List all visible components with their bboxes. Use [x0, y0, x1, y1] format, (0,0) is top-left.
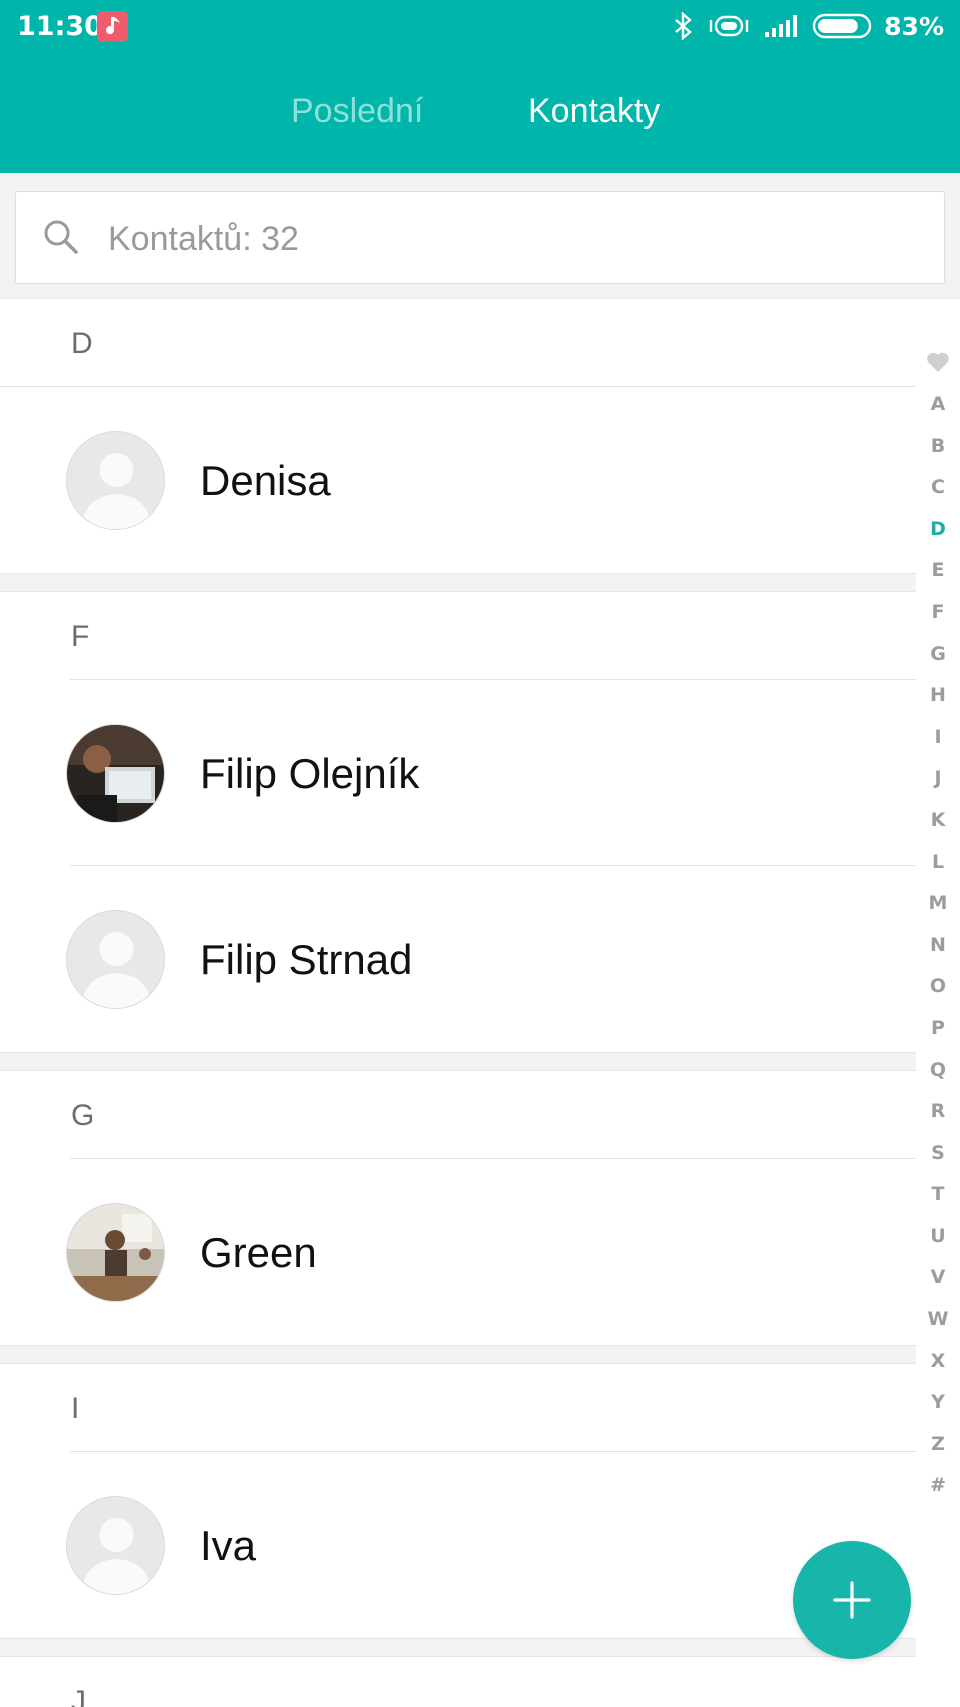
avatar: [66, 431, 165, 530]
vibrate-icon: [708, 13, 750, 39]
section-divider: [0, 1052, 916, 1071]
alphabet-index-letter[interactable]: Q: [916, 1050, 960, 1092]
battery-percent: 83%: [884, 11, 944, 41]
alphabet-index-letter[interactable]: U: [916, 1216, 960, 1258]
contact-row-denisa[interactable]: Denisa: [0, 387, 916, 573]
alphabet-index-letter[interactable]: E: [916, 550, 960, 592]
contact-name: Iva: [200, 1522, 257, 1569]
alphabet-index-letter[interactable]: V: [916, 1257, 960, 1299]
bluetooth-icon: [672, 12, 694, 40]
contact-name: Filip Strnad: [200, 936, 413, 983]
avatar: [66, 1496, 165, 1595]
contact-row-iva[interactable]: Iva: [0, 1452, 916, 1638]
section-header-j: J: [0, 1657, 916, 1707]
status-icons: 83%: [658, 11, 944, 41]
alphabet-index-letter[interactable]: Z: [916, 1424, 960, 1466]
alphabet-index-letter[interactable]: J: [916, 758, 960, 800]
alphabet-index-letter[interactable]: C: [916, 467, 960, 509]
section-letter: F: [71, 620, 90, 653]
signal-icon: [764, 14, 798, 38]
battery-icon: [812, 12, 876, 40]
alphabet-index-letter[interactable]: S: [916, 1133, 960, 1175]
section-letter: I: [71, 1392, 80, 1425]
section-header-i: I: [0, 1364, 916, 1452]
music-app-icon: [97, 11, 128, 42]
alphabet-index-letter[interactable]: X: [916, 1341, 960, 1383]
alphabet-index-letter[interactable]: W: [916, 1299, 960, 1341]
alphabet-index-letter[interactable]: M: [916, 883, 960, 925]
avatar: [66, 910, 165, 1009]
section-header-d: D: [0, 299, 916, 387]
section-header-g: G: [0, 1071, 916, 1159]
alphabet-index-letter[interactable]: T: [916, 1174, 960, 1216]
contact-name: Filip Olejník: [200, 750, 420, 797]
tab-bar: Poslední Kontakty: [0, 80, 960, 150]
contact-name: Denisa: [200, 457, 331, 504]
alphabet-index-letter[interactable]: N: [916, 925, 960, 967]
alphabet-index-letter[interactable]: D: [916, 509, 960, 551]
search-icon: [43, 219, 79, 260]
status-time: 11:30: [17, 11, 103, 42]
alphabet-index-letter[interactable]: O: [916, 966, 960, 1008]
section-letter: D: [71, 327, 93, 360]
alphabet-index-letter[interactable]: Y: [916, 1382, 960, 1424]
status-bar: 11:30 83%: [0, 0, 960, 54]
search-area: Kontaktů: 32: [0, 173, 960, 299]
section-header-f: F: [0, 592, 916, 680]
section-divider: [0, 1345, 916, 1364]
alphabet-index-letter[interactable]: P: [916, 1008, 960, 1050]
alphabet-index-letter[interactable]: F: [916, 592, 960, 634]
tab-recent[interactable]: Poslední: [291, 92, 423, 131]
contact-row-green[interactable]: Green: [0, 1159, 916, 1345]
alphabet-index-letter[interactable]: A: [916, 384, 960, 426]
search-placeholder: Kontaktů: 32: [108, 220, 299, 258]
contact-list: D Denisa F Filip Olejník Filip Strnad G …: [0, 299, 916, 1707]
tab-contacts[interactable]: Kontakty: [528, 92, 660, 131]
avatar: [66, 1203, 165, 1302]
alphabet-index-letter[interactable]: #: [916, 1465, 960, 1507]
search-input[interactable]: Kontaktů: 32: [15, 191, 945, 284]
alphabet-index-letter[interactable]: H: [916, 675, 960, 717]
heart-icon[interactable]: [916, 340, 960, 384]
contact-row-filip-olejnik[interactable]: Filip Olejník: [0, 680, 916, 866]
section-divider: [0, 1638, 916, 1657]
alphabet-index-letter[interactable]: L: [916, 842, 960, 884]
alphabet-index[interactable]: A B C D E F G H I J K L M N O P Q R S T U V W X Y Z #: [916, 340, 960, 1507]
alphabet-index-letter[interactable]: K: [916, 800, 960, 842]
add-contact-button[interactable]: [793, 1541, 911, 1659]
contact-row-filip-strnad[interactable]: Filip Strnad: [0, 866, 916, 1052]
alphabet-index-letter[interactable]: I: [916, 717, 960, 759]
section-letter: G: [71, 1099, 95, 1132]
alphabet-index-letter[interactable]: G: [916, 634, 960, 676]
app-header: 11:30 83% Poslední Kontakty: [0, 0, 960, 173]
section-letter: J: [71, 1685, 86, 1707]
alphabet-index-letter[interactable]: B: [916, 426, 960, 468]
contact-name: Green: [200, 1229, 317, 1276]
avatar: [66, 724, 165, 823]
alphabet-index-letter[interactable]: R: [916, 1091, 960, 1133]
section-divider: [0, 573, 916, 592]
